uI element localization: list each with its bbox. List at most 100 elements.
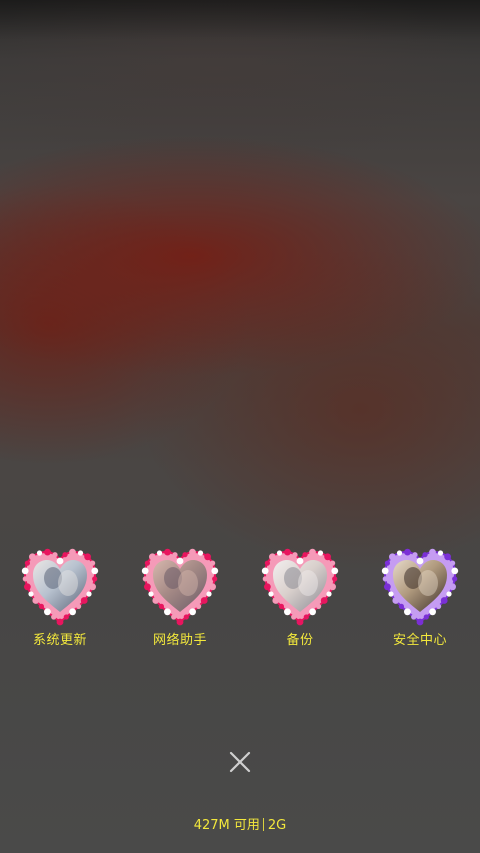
app-label: 备份 — [286, 633, 314, 648]
heart-bead — [429, 608, 436, 616]
heart-bead — [69, 608, 76, 616]
memory-status: 427M 可用 2G — [0, 817, 480, 835]
heart-bead — [284, 608, 291, 616]
heart-bead — [141, 567, 149, 575]
heart-bead — [381, 567, 389, 575]
heart-bead — [384, 560, 390, 566]
heart-bead — [80, 597, 88, 604]
heart-bead — [416, 557, 424, 565]
heart-bead — [264, 560, 270, 566]
heart-bead — [446, 591, 452, 597]
heart-bead — [389, 553, 396, 561]
heart-bead — [21, 567, 29, 575]
photo-figure — [418, 570, 438, 596]
heart-bead — [62, 552, 68, 558]
heart-bead — [444, 553, 451, 561]
heart-bead — [292, 552, 298, 558]
heart-bead — [429, 548, 436, 556]
heart-bead — [276, 550, 283, 556]
heart-bead — [200, 597, 208, 604]
photo-figure — [178, 570, 198, 596]
heart-bead — [398, 603, 404, 609]
heart-bead — [291, 614, 297, 620]
heart-bead — [189, 608, 196, 616]
heart-bead — [76, 603, 82, 609]
app-network-assistant[interactable]: 网络助手 — [120, 546, 240, 656]
heart-bead — [44, 608, 51, 616]
heart-bead — [411, 614, 417, 620]
heart-bead — [69, 548, 76, 556]
heart-bead — [182, 552, 188, 558]
memory-available-text: 427M 可用 — [193, 818, 260, 833]
heart-bead — [206, 591, 212, 597]
heart-bead — [272, 597, 280, 604]
app-system-update[interactable]: 系统更新 — [0, 546, 120, 656]
heart-bead — [388, 591, 394, 597]
heart-bead — [38, 603, 44, 609]
app-label: 网络助手 — [152, 633, 207, 648]
close-button[interactable] — [226, 748, 254, 776]
heart-bead — [92, 576, 98, 582]
heart-bead — [317, 550, 324, 556]
heart-bead — [51, 614, 57, 620]
app-backup[interactable]: 备份 — [240, 546, 360, 656]
app-label: 安全中心 — [392, 633, 447, 648]
heart-bead — [423, 614, 429, 620]
heart-bead — [422, 552, 428, 558]
heart-bead — [278, 603, 284, 609]
heart-bead — [437, 550, 444, 556]
heart-bead — [164, 548, 171, 556]
heart-bead — [86, 591, 92, 597]
heart-bead — [330, 560, 336, 566]
heart-bead — [149, 553, 156, 561]
heart-bead — [183, 614, 189, 620]
heart-bead — [89, 583, 96, 591]
heart-bead — [142, 576, 148, 582]
heart-bead — [158, 603, 164, 609]
status-divider — [262, 818, 264, 831]
heart-bead — [164, 608, 171, 616]
heart-bead — [331, 567, 339, 575]
heart-bead — [450, 560, 456, 566]
heart-bead — [382, 576, 388, 582]
status-bar-shade — [0, 0, 480, 40]
heart-frame-graphic — [21, 548, 99, 626]
heart-bead — [320, 597, 328, 604]
heart-bead — [316, 603, 322, 609]
heart-photo-icon — [19, 548, 101, 626]
heart-bead — [24, 560, 30, 566]
heart-bead — [451, 567, 459, 575]
heart-bead — [44, 548, 51, 556]
heart-photo-icon — [259, 548, 341, 626]
heart-photo-icon — [139, 548, 221, 626]
app-security-center[interactable]: 安全中心 — [360, 546, 480, 656]
heart-bead — [384, 583, 391, 591]
heart-bead — [449, 583, 456, 591]
heart-bead — [284, 548, 291, 556]
heart-bead — [412, 552, 418, 558]
heart-bead — [452, 576, 458, 582]
heart-bead — [296, 618, 304, 626]
heart-bead — [197, 550, 204, 556]
photo-figure — [58, 570, 78, 596]
app-label: 系统更新 — [32, 633, 87, 648]
heart-bead — [52, 552, 58, 558]
heart-bead — [404, 608, 411, 616]
heart-bead — [176, 618, 184, 626]
heart-bead — [172, 552, 178, 558]
heart-bead — [269, 553, 276, 561]
heart-bead — [144, 560, 150, 566]
heart-bead — [396, 550, 403, 556]
heart-bead — [63, 614, 69, 620]
heart-bead — [189, 548, 196, 556]
heart-bead — [416, 618, 424, 626]
heart-bead — [440, 597, 448, 604]
heart-frame-graphic — [141, 548, 219, 626]
heart-bead — [77, 550, 84, 556]
heart-bead — [332, 576, 338, 582]
app-shortcut-row: 系统更新 网络助手 备份 安全中心 — [0, 546, 480, 656]
heart-bead — [324, 553, 331, 561]
heart-bead — [56, 557, 64, 565]
heart-bead — [204, 553, 211, 561]
heart-bead — [90, 560, 96, 566]
